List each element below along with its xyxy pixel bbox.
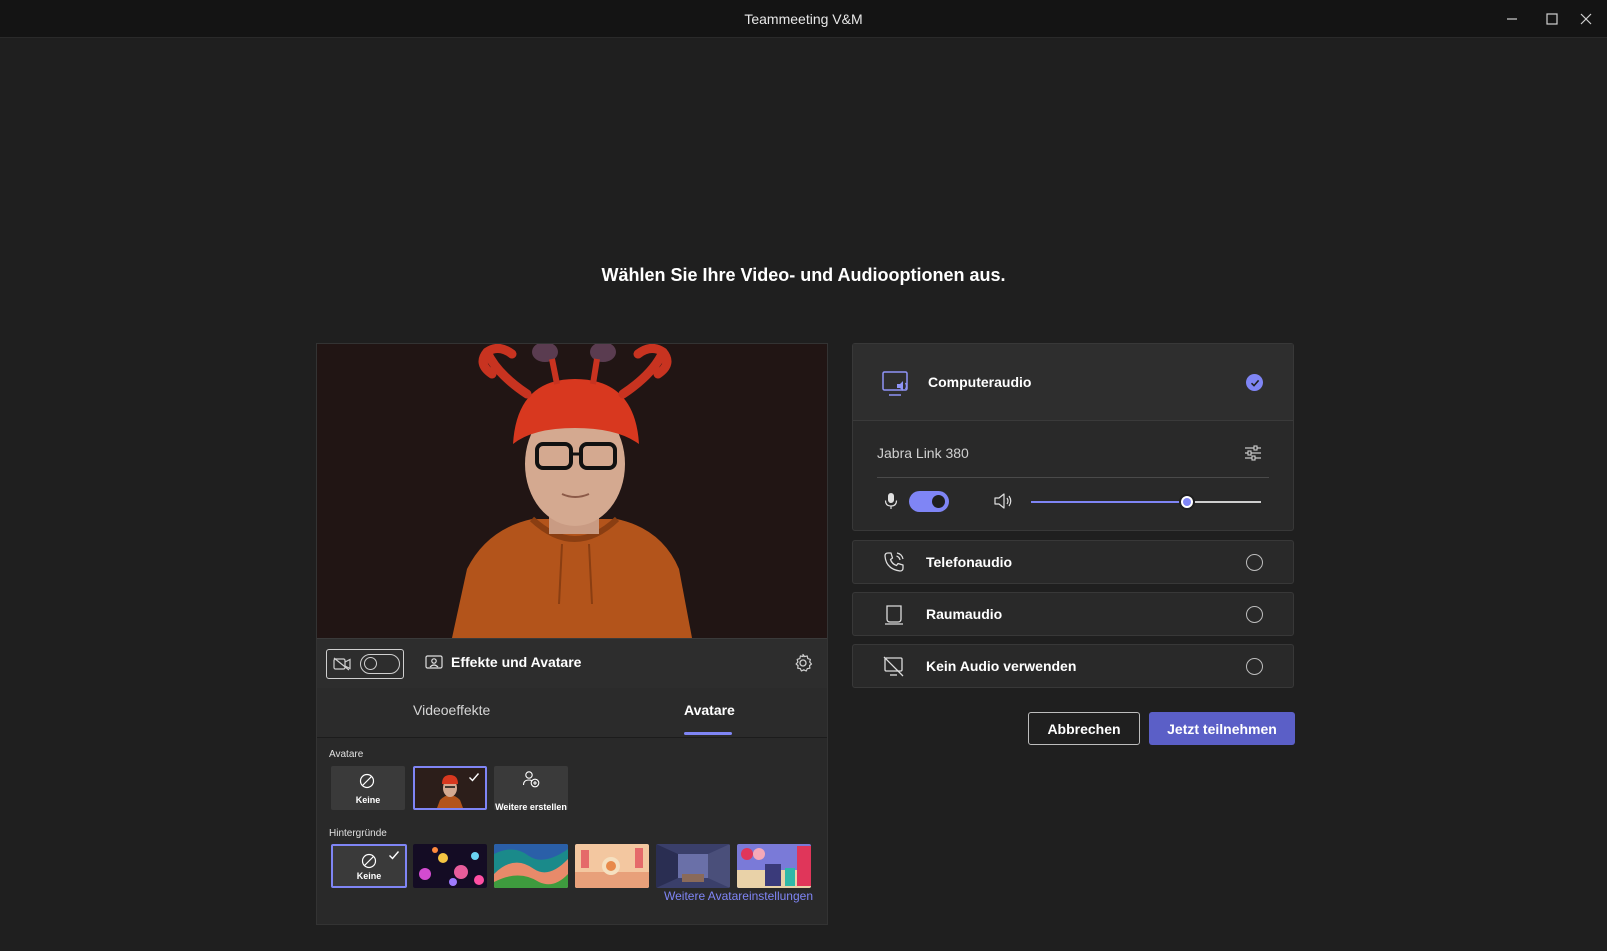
phone-audio-radio[interactable]	[1246, 554, 1263, 571]
background-tile-bokeh[interactable]	[413, 844, 487, 888]
window-title: Teammeeting V&M	[744, 11, 863, 27]
microphone-toggle[interactable]	[909, 491, 949, 512]
video-panel: Effekte und Avatare Videoeffekte Avatare…	[316, 343, 828, 925]
computer-audio-header[interactable]: Computeraudio	[853, 344, 1293, 421]
room-audio-radio[interactable]	[1246, 606, 1263, 623]
active-tab-indicator	[684, 732, 732, 735]
more-avatar-settings-link[interactable]: Weitere Avatareinstellungen	[664, 889, 813, 903]
audio-option-room[interactable]: Raumaudio	[852, 592, 1294, 636]
avatar-tile-label: Keine	[355, 795, 381, 805]
speaker-icon	[994, 493, 1012, 509]
background-tile-colorful-room[interactable]	[737, 844, 811, 888]
microphone-icon	[884, 493, 898, 509]
tab-avatare[interactable]: Avatare	[684, 702, 735, 718]
avatar-preview-image	[317, 344, 827, 638]
create-more-label: Weitere erstellen	[495, 802, 567, 810]
maximize-icon	[1546, 13, 1558, 25]
audio-device-name: Jabra Link 380	[877, 445, 969, 461]
no-audio-label: Kein Audio verwenden	[926, 658, 1077, 674]
avatars-section-label: Avatare	[329, 749, 364, 760]
join-now-button[interactable]: Jetzt teilnehmen	[1149, 712, 1295, 745]
background-thumbnail	[575, 844, 649, 888]
page-heading: Wählen Sie Ihre Video- und Audiooptionen…	[601, 265, 1006, 285]
effects-label: Effekte und Avatare	[451, 654, 582, 670]
camera-off-icon	[333, 657, 351, 671]
audio-option-none[interactable]: Kein Audio verwenden	[852, 644, 1294, 688]
computer-audio-icon	[882, 371, 908, 396]
room-audio-label: Raumaudio	[926, 606, 1003, 622]
close-icon	[1580, 13, 1592, 25]
effects-icon	[425, 655, 443, 669]
checkmark-icon	[469, 773, 480, 782]
none-icon	[361, 853, 377, 869]
background-tile-abstract[interactable]	[494, 844, 568, 888]
add-person-icon	[522, 771, 540, 788]
checkmark-icon	[389, 851, 400, 860]
effects-tabs: Videoeffekte Avatare	[317, 688, 827, 738]
audio-option-computer[interactable]: Computeraudio Jabra Link 380	[852, 343, 1294, 531]
background-tile-label: Keine	[356, 871, 382, 881]
volume-slider-thumb[interactable]	[1179, 494, 1196, 510]
effects-and-avatars-button[interactable]: Effekte und Avatare	[425, 654, 581, 670]
backgrounds-section-label: Hintergründe	[329, 828, 387, 839]
phone-icon	[884, 552, 904, 572]
minimize-button[interactable]	[1492, 0, 1532, 38]
no-audio-radio[interactable]	[1246, 658, 1263, 675]
background-tile-cafe[interactable]	[575, 844, 649, 888]
device-divider	[877, 477, 1269, 478]
phone-audio-label: Telefonaudio	[926, 554, 1013, 570]
checkmark-icon	[1250, 379, 1259, 387]
video-preview	[317, 344, 827, 638]
none-icon	[359, 773, 375, 789]
close-button[interactable]	[1566, 0, 1606, 38]
cancel-button[interactable]: Abbrechen	[1028, 712, 1140, 745]
background-tile-none[interactable]: Keine	[331, 844, 407, 888]
device-settings-icon[interactable]	[1243, 443, 1263, 463]
background-thumbnail	[413, 844, 487, 888]
background-thumbnail	[737, 844, 811, 888]
room-device-icon	[885, 605, 903, 625]
video-controls-bar: Effekte und Avatare	[317, 638, 827, 688]
create-more-avatars-tile[interactable]: Weitere erstellen	[494, 766, 568, 810]
volume-slider-fill	[1031, 501, 1188, 503]
avatar-tile-current[interactable]	[413, 766, 487, 810]
computer-audio-selected-radio[interactable]	[1246, 374, 1263, 391]
avatar-tile-none[interactable]: Keine	[331, 766, 405, 810]
tab-videoeffekte[interactable]: Videoeffekte	[413, 702, 490, 718]
computer-audio-label: Computeraudio	[928, 374, 1032, 390]
background-thumbnail	[494, 844, 568, 888]
title-bar: Teammeeting V&M	[0, 0, 1607, 38]
gear-icon[interactable]	[793, 653, 813, 673]
camera-toggle[interactable]	[326, 649, 404, 679]
background-thumbnail	[656, 844, 730, 888]
camera-switch[interactable]	[360, 654, 400, 674]
minimize-icon	[1507, 18, 1517, 20]
audio-option-phone[interactable]: Telefonaudio	[852, 540, 1294, 584]
background-tile-room[interactable]	[656, 844, 730, 888]
no-audio-icon	[883, 656, 904, 677]
